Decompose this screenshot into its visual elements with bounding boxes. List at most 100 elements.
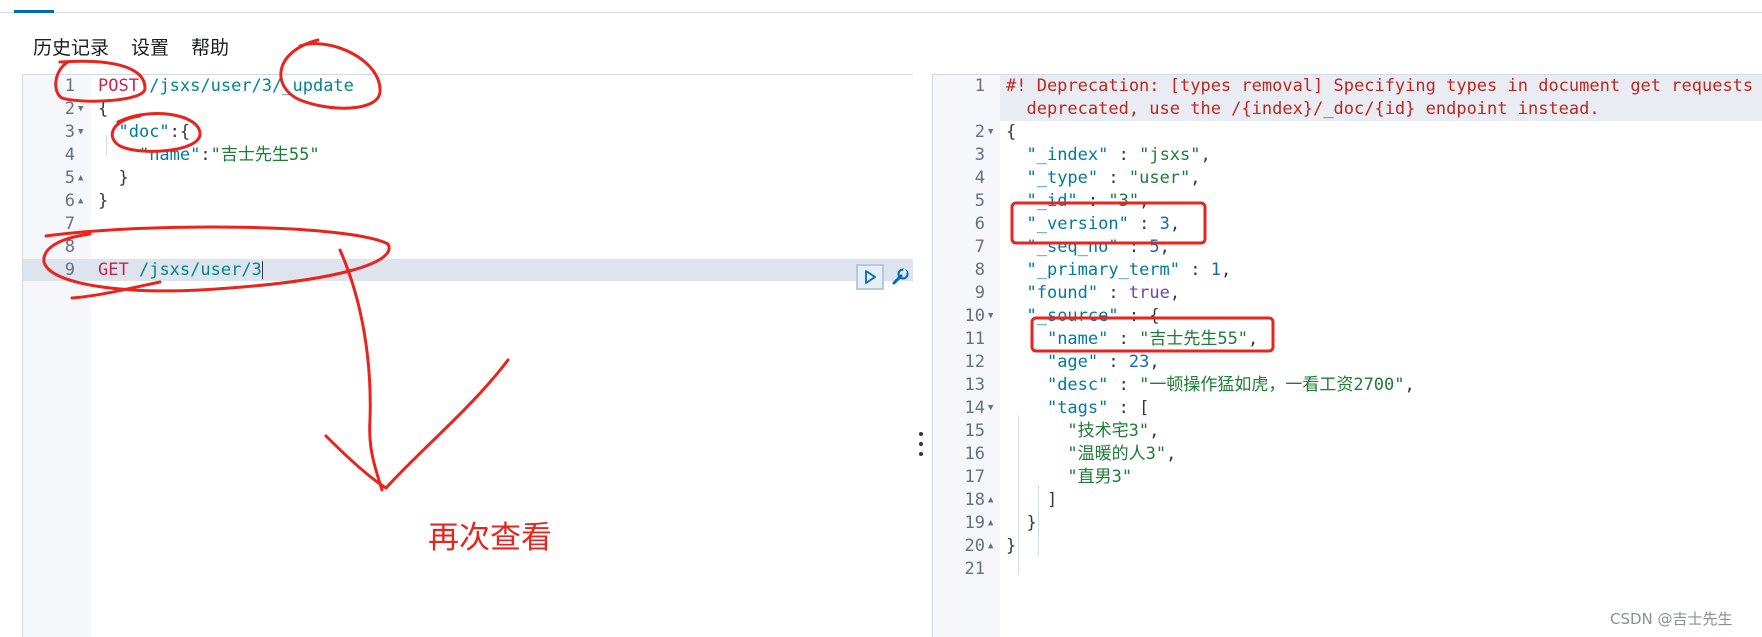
line-number: 5 <box>64 168 75 188</box>
menu-settings[interactable]: 设置 <box>131 36 169 60</box>
code-text: #! Deprecation: [types removal] Specifyi… <box>1006 75 1762 98</box>
code-text: GET /jsxs/user/3 <box>98 259 263 282</box>
play-icon <box>865 270 876 284</box>
token-punc <box>1006 421 1067 441</box>
response-line: 17 "直男3" <box>933 466 1753 489</box>
response-line: 9 "found" : true, <box>933 282 1753 305</box>
request-line: 2 ▼ { <box>23 98 843 121</box>
token-punc: , <box>1169 283 1181 303</box>
fold-caret-down-icon[interactable]: ▼ <box>988 121 993 144</box>
fold-caret-down-icon[interactable]: ▼ <box>78 121 83 144</box>
text-cursor <box>261 261 263 279</box>
menu-help[interactable]: 帮助 <box>191 36 229 60</box>
token-num: 23 <box>1128 352 1150 372</box>
token-key: "_seq_no" <box>1026 237 1119 257</box>
fold-caret-up-icon[interactable]: ▲ <box>988 489 993 512</box>
token-punc: , <box>1149 352 1160 372</box>
token-punc <box>1006 168 1026 188</box>
token-key: "_id" <box>1026 191 1078 211</box>
response-line: 12 "age" : 23, <box>933 351 1753 374</box>
token-punc: , <box>1220 260 1232 280</box>
menu-history[interactable]: 历史记录 <box>33 36 109 60</box>
request-line: 4 "name":"吉士先生55" <box>23 144 843 167</box>
fold-caret-down-icon[interactable]: ▼ <box>988 397 993 420</box>
line-number: 11 <box>964 329 985 349</box>
line-number: 1 <box>64 76 75 96</box>
line-number: 20 <box>964 536 985 556</box>
code-text: "_version" : 3, <box>1006 213 1180 236</box>
request-settings-button[interactable] <box>888 265 912 289</box>
token-comment: #! Deprecation: [types removal] Specifyi… <box>1006 76 1762 96</box>
request-line: 1 POST /jsxs/user/3/_update <box>23 75 843 98</box>
code-text: deprecated, use the /{index}/_doc/{id} e… <box>1006 98 1600 121</box>
token-punc: , <box>1200 145 1211 165</box>
token-str: "温暖的人3" <box>1067 444 1167 464</box>
code-text: { <box>98 98 108 121</box>
code-text: "_index" : "jsxs", <box>1006 144 1211 167</box>
token-punc: } <box>98 191 109 211</box>
fold-caret-up-icon[interactable]: ▲ <box>988 535 993 558</box>
token-punc: : <box>1098 283 1129 303</box>
token-punc: , <box>1190 168 1201 188</box>
token-comment: deprecated, use the /{index}/_doc/{id} e… <box>1006 99 1600 119</box>
line-number: 5 <box>974 191 985 211</box>
wrench-icon <box>892 268 909 285</box>
code-text: "name" : "吉士先生55", <box>1006 328 1258 351</box>
code-text: } <box>1006 512 1036 535</box>
annotation-label: 再次查看 <box>428 520 552 556</box>
code-text: } <box>1006 535 1016 558</box>
token-str: "技术宅3" <box>1067 421 1150 441</box>
line-number: 9 <box>974 283 985 303</box>
token-method: POST <box>98 76 139 96</box>
token-str: "jsxs" <box>1139 145 1201 165</box>
request-line: 8 <box>23 236 843 259</box>
code-text: "name":"吉士先生55" <box>98 144 320 167</box>
request-line: 7 <box>23 213 843 236</box>
token-key: "name" <box>1046 329 1109 349</box>
request-line: 9 GET /jsxs/user/3 <box>23 259 843 282</box>
fold-caret-down-icon[interactable]: ▼ <box>78 98 83 121</box>
response-line: 14 ▼ "tags" : [ <box>933 397 1753 420</box>
fold-caret-up-icon[interactable]: ▲ <box>988 512 993 535</box>
token-num: 5 <box>1149 237 1160 257</box>
code-text: POST /jsxs/user/3/_update <box>98 75 354 98</box>
token-str: "吉士先生55" <box>210 145 320 165</box>
line-number: 15 <box>964 421 985 441</box>
response-line: 4 "_type" : "user", <box>933 167 1753 190</box>
line-number: 9 <box>64 260 75 280</box>
fold-caret-up-icon[interactable]: ▲ <box>78 190 83 213</box>
response-line: 11 "name" : "吉士先生55", <box>933 328 1753 351</box>
response-line: 1 #! Deprecation: [types removal] Specify… <box>933 75 1753 98</box>
fold-caret-up-icon[interactable]: ▲ <box>78 167 83 190</box>
code-text: "desc" : "一顿操作猛如虎，一看工资2700", <box>1006 374 1415 397</box>
line-number: 7 <box>64 214 75 234</box>
token-punc <box>1006 237 1026 257</box>
token-punc <box>1006 191 1026 211</box>
token-punc: } <box>1006 536 1017 556</box>
response-line: 15 "技术宅3", <box>933 420 1753 443</box>
response-line: 16 "温暖的人3", <box>933 443 1753 466</box>
active-tab-indicator[interactable] <box>14 10 54 13</box>
token-punc: : <box>1118 237 1150 257</box>
token-punc: : <box>200 145 211 165</box>
token-punc: : { <box>1118 306 1160 326</box>
token-punc: , <box>1139 191 1150 211</box>
line-number: 19 <box>964 513 985 533</box>
token-punc <box>1006 375 1047 395</box>
top-tab-bar <box>0 0 1762 13</box>
run-request-button[interactable] <box>856 264 884 290</box>
token-key: "desc" <box>1046 375 1109 395</box>
line-number: 1 <box>974 76 985 96</box>
response-viewer: 1 #! Deprecation: [types removal] Specify… <box>932 74 1762 637</box>
token-str: "3" <box>1108 191 1140 211</box>
response-line: 21 <box>933 558 1753 581</box>
response-line: 10 ▼ "_source" : { <box>933 305 1753 328</box>
line-number: 4 <box>974 168 985 188</box>
token-key: "_source" <box>1026 306 1119 326</box>
request-line: 3 ▼ "doc":{ <box>23 121 843 144</box>
response-line: 20 ▲} <box>933 535 1753 558</box>
fold-caret-down-icon[interactable]: ▼ <box>988 305 993 328</box>
pane-resize-handle[interactable] <box>917 432 925 456</box>
line-number: 6 <box>974 214 985 234</box>
code-text: "_type" : "user", <box>1006 167 1201 190</box>
